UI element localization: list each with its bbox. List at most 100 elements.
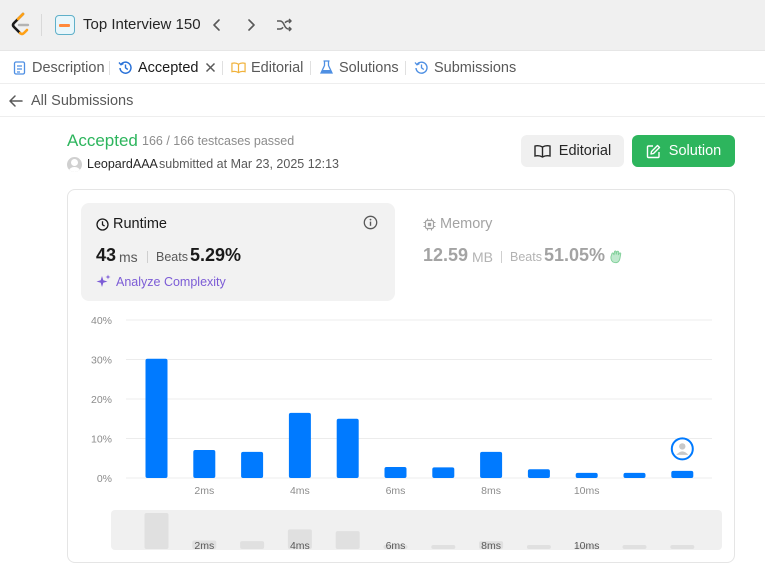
random-problem-button[interactable] bbox=[272, 13, 296, 37]
x-tick-label: 4ms bbox=[290, 485, 310, 497]
navigator-tick-label: 6ms bbox=[386, 540, 406, 552]
tab-solutions[interactable]: Solutions bbox=[319, 51, 399, 84]
chart-bar bbox=[193, 449, 216, 478]
runtime-distribution-chart: 0% 10% 20% 30% 40% 2ms 4ms 6ms 8ms 10ms 2ms 4ms 6ms 8… bbox=[91, 315, 722, 552]
clap-icon bbox=[609, 249, 624, 264]
flask-icon bbox=[319, 60, 334, 75]
chart-bar bbox=[575, 472, 598, 478]
memory-title-label: Memory bbox=[440, 216, 493, 232]
chart-bar bbox=[480, 451, 503, 478]
book-icon bbox=[534, 144, 551, 158]
tab-label: Editorial bbox=[251, 59, 304, 76]
chart-bar bbox=[432, 467, 455, 478]
tab-label: Description bbox=[32, 59, 105, 76]
navigator-bar bbox=[144, 513, 169, 549]
avatar-head bbox=[679, 443, 686, 450]
runtime-beats-value: 5.29% bbox=[190, 245, 242, 265]
chart-bar bbox=[527, 469, 550, 478]
chart-bar bbox=[384, 466, 407, 478]
submission-status: Accepted bbox=[67, 131, 138, 150]
divider bbox=[405, 61, 406, 75]
x-tick-label: 8ms bbox=[481, 485, 501, 497]
navigator-bar bbox=[670, 545, 695, 549]
divider bbox=[501, 251, 502, 263]
book-icon bbox=[231, 60, 246, 75]
memory-value: 12.59 bbox=[423, 245, 469, 265]
chevron-left-icon bbox=[213, 19, 220, 31]
sparkle-icon bbox=[96, 274, 111, 287]
tab-label: Solutions bbox=[339, 59, 399, 76]
info-icon[interactable] bbox=[363, 215, 378, 230]
history-icon bbox=[414, 60, 429, 75]
memory-beats-label: Beats bbox=[510, 250, 542, 264]
chevron-right-icon bbox=[248, 19, 255, 31]
tab-label: Accepted bbox=[138, 59, 199, 76]
editorial-button[interactable]: Editorial bbox=[521, 135, 624, 167]
navigator-tick-label: 8ms bbox=[481, 540, 501, 552]
navigator-tick-label: 4ms bbox=[290, 540, 310, 552]
solution-button-label: Solution bbox=[668, 143, 722, 159]
divider bbox=[41, 14, 42, 36]
y-tick-label: 10% bbox=[91, 434, 112, 446]
chart-bar bbox=[241, 451, 264, 478]
study-plan-title[interactable]: Top Interview 150 bbox=[83, 16, 201, 33]
memory-unit: MB bbox=[472, 249, 493, 265]
editorial-button-label: Editorial bbox=[558, 143, 612, 159]
all-submissions-link[interactable]: All Submissions bbox=[31, 93, 133, 109]
submitter-username[interactable]: LeopardAAA bbox=[87, 157, 158, 171]
chip-icon bbox=[423, 218, 436, 230]
analyze-complexity-label: Analyze Complexity bbox=[116, 274, 226, 289]
tab-description[interactable]: Description bbox=[12, 51, 105, 84]
tab-editorial[interactable]: Editorial bbox=[231, 51, 303, 84]
memory-tab[interactable]: Memory bbox=[423, 216, 492, 232]
y-tick-label: 20% bbox=[91, 394, 112, 406]
divider bbox=[222, 61, 223, 75]
navigator-tick-label: 2ms bbox=[194, 540, 214, 552]
navigator-tick-label: 10ms bbox=[574, 540, 600, 552]
divider bbox=[310, 61, 311, 75]
submitted-at: submitted at Mar 23, 2025 12:13 bbox=[159, 157, 339, 171]
y-tick-label: 30% bbox=[91, 355, 112, 367]
study-plan-icon bbox=[55, 15, 75, 35]
leetcode-logo-icon[interactable] bbox=[9, 12, 33, 38]
navigator-bar bbox=[240, 541, 265, 549]
runtime-unit: ms bbox=[119, 249, 138, 265]
tab-submissions[interactable]: Submissions bbox=[414, 51, 516, 84]
x-tick-label: 10ms bbox=[574, 485, 600, 497]
edit-icon bbox=[646, 144, 660, 158]
history-icon bbox=[118, 60, 133, 75]
close-tab-icon[interactable] bbox=[205, 62, 216, 73]
chart-bar bbox=[145, 358, 168, 478]
back-row: All Submissions bbox=[0, 85, 765, 117]
divider bbox=[147, 251, 148, 263]
runtime-value: 43 bbox=[96, 245, 117, 265]
analyze-complexity-button[interactable]: Analyze Complexity bbox=[96, 274, 226, 289]
testcases-passed: 166 / 166 testcases passed bbox=[142, 134, 295, 148]
divider bbox=[109, 61, 110, 75]
y-tick-label: 40% bbox=[91, 315, 112, 327]
x-tick-label: 6ms bbox=[386, 485, 406, 497]
runtime-beats-label: Beats bbox=[156, 250, 188, 264]
shuffle-icon bbox=[277, 18, 292, 32]
runtime-title-label: Runtime bbox=[113, 216, 167, 232]
clock-icon bbox=[96, 217, 109, 231]
navigator-bar bbox=[622, 545, 647, 549]
runtime-title: Runtime bbox=[96, 216, 167, 232]
arrow-left-icon[interactable] bbox=[8, 93, 24, 109]
tab-accepted[interactable]: Accepted bbox=[118, 51, 216, 84]
memory-beats-value: 51.05% bbox=[544, 245, 606, 265]
solution-button[interactable]: Solution bbox=[632, 135, 735, 167]
chart-bar bbox=[336, 418, 359, 478]
prev-problem-button[interactable] bbox=[205, 13, 229, 37]
next-problem-button[interactable] bbox=[239, 13, 263, 37]
chart-bar bbox=[671, 470, 694, 478]
avatar[interactable] bbox=[67, 157, 82, 172]
tab-bar: Description Accepted Editorial Solutions… bbox=[0, 50, 765, 84]
top-navbar: Top Interview 150 bbox=[0, 0, 765, 50]
chart-bar bbox=[288, 412, 311, 478]
navigator-bar bbox=[431, 545, 456, 549]
tab-label: Submissions bbox=[434, 59, 517, 76]
x-tick-label: 2ms bbox=[194, 485, 214, 497]
chart-bar bbox=[623, 472, 646, 478]
navigator-bar bbox=[526, 545, 551, 549]
